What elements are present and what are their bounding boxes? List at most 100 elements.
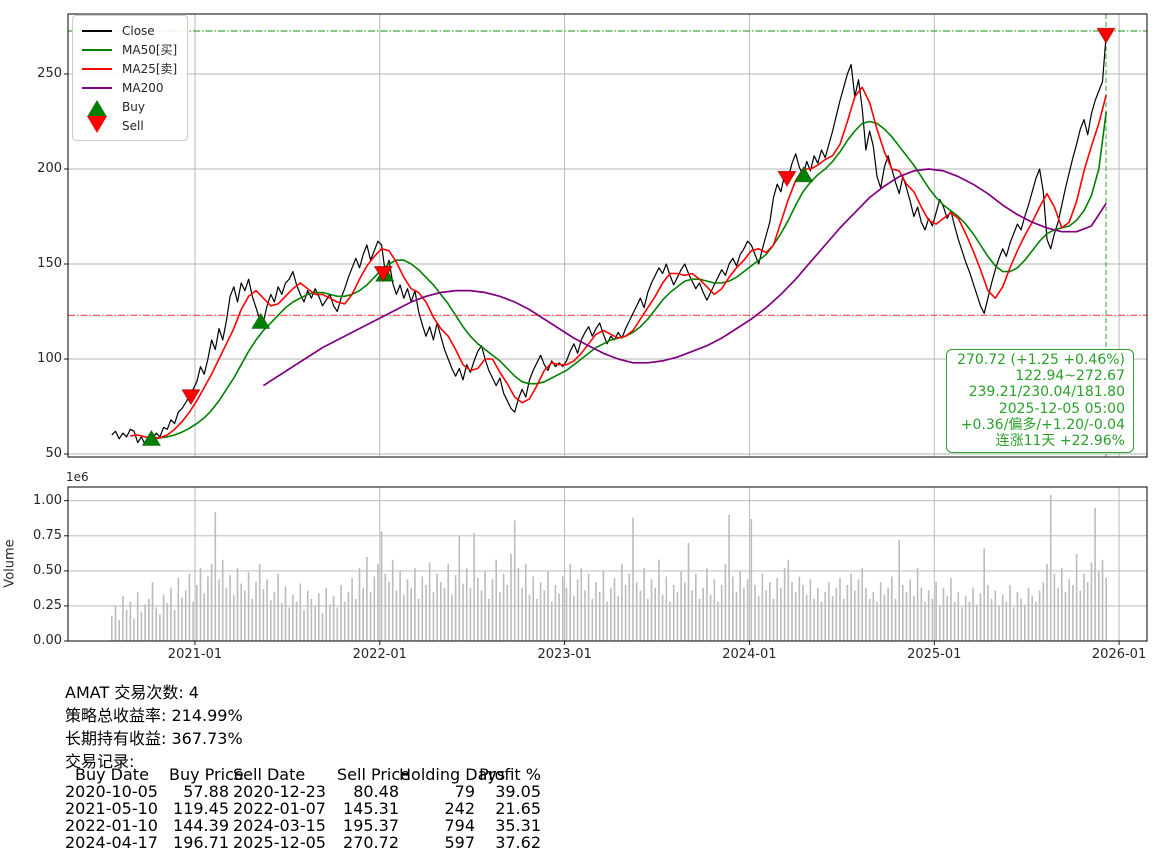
volume-bar	[277, 574, 279, 641]
volume-bar	[226, 588, 228, 641]
volume-bar	[1065, 592, 1067, 641]
volume-bar	[928, 591, 930, 642]
volume-bar	[569, 564, 571, 641]
trade-table-cell: 35.31	[475, 817, 541, 834]
volume-bar	[991, 599, 993, 641]
volume-bar	[710, 595, 712, 641]
volume-bar	[429, 563, 431, 642]
volume-bar	[603, 571, 605, 641]
volume-bar	[706, 568, 708, 641]
volume-bar	[362, 588, 364, 641]
buy-triangle-icon	[87, 100, 107, 117]
volume-bar	[311, 599, 313, 641]
volume-bar	[381, 532, 383, 641]
x-tick-label: 2023-01	[520, 648, 610, 662]
volume-bar	[466, 568, 468, 641]
volume-bar	[459, 536, 461, 641]
volume-bar	[606, 602, 608, 641]
volume-bar	[222, 560, 224, 641]
trade-table-cell: 39.05	[475, 783, 541, 800]
legend-line-sample	[81, 78, 113, 97]
volume-bar	[895, 599, 897, 641]
legend-item-label: Sell	[122, 119, 144, 133]
volume-bar	[307, 591, 309, 642]
volume-bar	[662, 595, 664, 641]
volume-bar	[285, 586, 287, 641]
volume-bar	[163, 595, 165, 641]
legend-item-close: Close	[81, 21, 177, 40]
volume-bar	[776, 578, 778, 641]
volume-bar	[954, 602, 956, 641]
volume-bar	[152, 582, 154, 641]
volume-bar	[747, 579, 749, 641]
volume-bar	[200, 568, 202, 641]
volume-bar	[828, 582, 830, 641]
volume-bar	[252, 599, 254, 641]
buy-marker	[252, 314, 270, 329]
volume-bar	[292, 595, 294, 641]
volume-bar	[399, 571, 401, 641]
volume-bar	[477, 578, 479, 641]
trade-table-row: 2021-05-10119.452022-01-07145.3124221.65	[65, 800, 541, 817]
volume-y-tick-label: 1.00	[0, 494, 62, 508]
volume-bar	[281, 603, 283, 641]
x-tick-label: 2022-01	[335, 648, 425, 662]
trade-table-header: Sell Price	[337, 766, 399, 783]
volume-bar	[754, 585, 756, 641]
trade-table-header: Profit %	[475, 766, 541, 783]
volume-bar	[167, 603, 169, 641]
volume-bar	[884, 595, 886, 641]
trade-table-cell: 2025-12-05	[233, 834, 337, 851]
volume-bar	[858, 579, 860, 641]
volume-bar	[691, 591, 693, 642]
annotation-line-1: 122.94~272.67	[957, 368, 1125, 384]
volume-bar	[909, 579, 911, 641]
strategy-summary-text: AMAT 交易次数: 4 策略总收益率: 214.99% 长期持有收益: 367…	[65, 681, 243, 773]
legend-item-label: Buy	[122, 100, 145, 114]
legend-item-ma200: MA200	[81, 78, 177, 97]
volume-bar	[673, 585, 675, 641]
volume-bar	[392, 560, 394, 641]
volume-bar	[462, 584, 464, 642]
volume-bar	[773, 599, 775, 641]
volume-bar	[983, 548, 985, 641]
volume-bar	[263, 589, 265, 641]
volume-bar	[577, 579, 579, 641]
volume-bar	[122, 596, 124, 641]
volume-bar	[484, 571, 486, 641]
legend-line-swatch	[82, 87, 112, 89]
summary-trades-line: AMAT 交易次数: 4	[65, 681, 243, 704]
volume-bar	[148, 599, 150, 641]
trade-table-cell: 2022-01-10	[65, 817, 169, 834]
main-y-tick-label: 200	[0, 162, 62, 176]
volume-bar	[588, 574, 590, 641]
volume-bar	[939, 606, 941, 641]
volume-bar	[488, 599, 490, 641]
volume-bar	[1061, 568, 1063, 641]
figure: 501001502002500.000.250.500.751.002021-0…	[0, 0, 1160, 855]
trade-table-header: Buy Price	[169, 766, 229, 783]
volume-bar	[647, 599, 649, 641]
volume-bar	[518, 568, 520, 641]
volume-bar	[274, 592, 276, 641]
trade-table-cell: 57.88	[169, 783, 229, 800]
volume-bar	[440, 582, 442, 641]
legend-line-swatch	[82, 68, 112, 70]
volume-bar	[355, 599, 357, 641]
volume-bar	[507, 585, 509, 641]
volume-bar	[684, 582, 686, 641]
volume-bar	[203, 593, 205, 641]
x-tick-label: 2026-01	[1074, 648, 1160, 662]
volume-bar	[680, 571, 682, 641]
volume-bar	[1017, 592, 1019, 641]
volume-bar	[196, 585, 198, 641]
annotation-line-3: 2025-12-05 05:00	[957, 401, 1125, 417]
volume-bar	[425, 585, 427, 641]
volume-bar	[695, 574, 697, 641]
volume-bar	[322, 613, 324, 641]
legend-line-sample	[81, 40, 113, 59]
volume-bar	[385, 574, 387, 641]
volume-bar	[159, 614, 161, 641]
volume-bar	[137, 592, 139, 641]
volume-bar	[810, 579, 812, 641]
